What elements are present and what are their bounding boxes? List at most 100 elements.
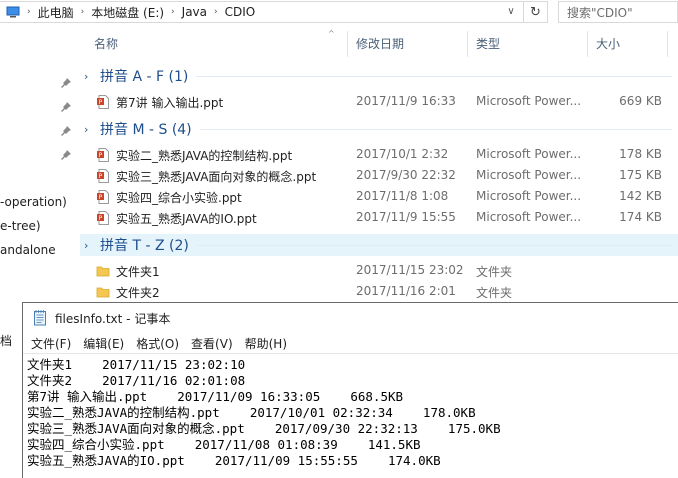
navigation-pane: -operation) e-tree) andalone: [0, 26, 78, 300]
notepad-icon: [34, 310, 46, 326]
group-header-t-z[interactable]: › 拼音 T - Z (2): [80, 234, 678, 256]
svg-text:P: P: [99, 152, 103, 159]
file-name: 第7讲 输入输出.ppt: [116, 96, 224, 110]
file-type: Microsoft Power...: [476, 168, 582, 182]
svg-text:P: P: [99, 173, 103, 180]
nav-item[interactable]: -operation): [0, 195, 67, 209]
background-window-label: 档: [0, 334, 13, 348]
file-name: 文件夹1: [116, 265, 160, 279]
file-type: Microsoft Power...: [476, 210, 582, 224]
menu-edit[interactable]: 编辑(E): [83, 335, 124, 352]
pin-icon[interactable]: [60, 101, 72, 113]
breadcrumb-separator-icon: ›: [171, 7, 175, 17]
refresh-icon: ↻: [530, 4, 541, 20]
text-line: 第7讲 输入输出.ppt 2017/11/09 16:33:05 668.5KB: [27, 389, 404, 404]
file-date: 2017/11/9 15:55: [356, 210, 456, 224]
file-size: 669 KB: [619, 94, 662, 108]
notepad-title: filesInfo.txt - 记事本: [55, 311, 171, 326]
column-type[interactable]: 类型: [468, 31, 588, 57]
folder-icon: [96, 266, 110, 277]
text-line: 实验四_综合小实验.ppt 2017/11/08 01:08:39 141.5K…: [27, 437, 421, 452]
column-date[interactable]: 修改日期: [348, 31, 468, 57]
text-line: 实验二_熟悉JAVA的控制结构.ppt 2017/10/01 02:32:34 …: [27, 405, 476, 420]
menu-help[interactable]: 帮助(H): [245, 335, 287, 352]
notepad-menu-bar: 文件(F) 编辑(E) 格式(O) 查看(V) 帮助(H): [23, 333, 678, 353]
group-title: 拼音 T - Z (2): [100, 238, 189, 254]
folder-icon: [96, 287, 110, 298]
column-size[interactable]: 大小: [588, 31, 668, 57]
file-name: 实验四_综合小实验.ppt: [116, 191, 242, 205]
file-date: 2017/11/15 23:02: [356, 263, 464, 277]
svg-text:P: P: [99, 194, 103, 201]
breadcrumb-this-pc[interactable]: 此电脑: [34, 4, 78, 21]
group-divider: [196, 244, 672, 246]
refresh-button[interactable]: ↻: [524, 1, 548, 23]
file-type: 文件夹: [476, 286, 513, 300]
ppt-file-icon: P: [97, 95, 109, 109]
file-size: 175 KB: [619, 168, 662, 182]
file-name: 文件夹2: [116, 286, 160, 300]
file-name: 实验三_熟悉JAVA面向对象的概念.ppt: [116, 170, 317, 184]
ppt-file-icon: P: [97, 211, 109, 225]
notepad-text-area[interactable]: 文件夹1 2017/11/15 23:02:10 文件夹2 2017/11/16…: [23, 353, 678, 478]
text-line: 文件夹1 2017/11/15 23:02:10: [27, 357, 246, 372]
search-placeholder: 搜索"CDIO": [567, 5, 633, 20]
ppt-file-icon: P: [97, 169, 109, 183]
chevron-right-icon: ›: [84, 122, 89, 136]
column-header-row: ^ 名称 修改日期 类型 大小: [80, 29, 678, 57]
file-type: Microsoft Power...: [476, 94, 582, 108]
file-size: 174 KB: [619, 210, 662, 224]
chevron-right-icon: ›: [84, 69, 89, 83]
file-row[interactable]: P 第7讲 输入输出.ppt 2017/11/9 16:33 Microsoft…: [80, 91, 678, 112]
folder-row[interactable]: 文件夹2 2017/11/16 2:01 文件夹: [80, 281, 678, 302]
group-title: 拼音 M - S (4): [100, 122, 192, 138]
group-header-m-s[interactable]: › 拼音 M - S (4): [80, 118, 678, 140]
address-bar[interactable]: › 此电脑 › 本地磁盘 (E:) › Java › CDIO: [0, 1, 524, 23]
folder-row[interactable]: 文件夹1 2017/11/15 23:02 文件夹: [80, 260, 678, 281]
file-size: 142 KB: [619, 189, 662, 203]
file-name: 实验二_熟悉JAVA的控制结构.ppt: [116, 149, 293, 163]
search-input[interactable]: 搜索"CDIO": [558, 1, 678, 23]
group-title: 拼音 A - F (1): [100, 69, 189, 85]
file-type: 文件夹: [476, 265, 513, 279]
nav-item[interactable]: e-tree): [0, 219, 41, 233]
svg-text:P: P: [99, 215, 103, 222]
address-row: › 此电脑 › 本地磁盘 (E:) › Java › CDIO ∨ ↻ 搜索"C…: [0, 0, 678, 25]
file-date: 2017/9/30 22:32: [356, 168, 456, 182]
chevron-down-icon: ∨: [507, 5, 515, 17]
file-date: 2017/11/9 16:33: [356, 94, 456, 108]
background-window-strip: 档: [0, 300, 22, 478]
group-divider: [199, 128, 672, 130]
file-date: 2017/11/16 2:01: [356, 284, 456, 298]
text-line: 实验三_熟悉JAVA面向对象的概念.ppt 2017/09/30 22:32:1…: [27, 421, 501, 436]
file-date: 2017/11/8 1:08: [356, 189, 449, 203]
file-row[interactable]: P 实验三_熟悉JAVA面向对象的概念.ppt 2017/9/30 22:32 …: [80, 165, 678, 186]
pin-icon[interactable]: [60, 77, 72, 89]
ppt-file-icon: P: [97, 190, 109, 204]
text-line: 文件夹2 2017/11/16 02:01:08: [27, 373, 246, 388]
breadcrumb-java[interactable]: Java: [178, 5, 211, 19]
file-row[interactable]: P 实验二_熟悉JAVA的控制结构.ppt 2017/10/1 2:32 Mic…: [80, 144, 678, 165]
file-size: 178 KB: [619, 147, 662, 161]
breadcrumb-drive-e[interactable]: 本地磁盘 (E:): [87, 4, 168, 21]
breadcrumb-cdio[interactable]: CDIO: [221, 5, 260, 19]
file-row[interactable]: P 实验五_熟悉JAVA的IO.ppt 2017/11/9 15:55 Micr…: [80, 207, 678, 228]
file-explorer-window: › 此电脑 › 本地磁盘 (E:) › Java › CDIO ∨ ↻ 搜索"C…: [0, 0, 678, 300]
menu-file[interactable]: 文件(F): [31, 335, 71, 352]
menu-format[interactable]: 格式(O): [136, 335, 179, 352]
nav-item[interactable]: andalone: [0, 243, 56, 257]
address-history-dropdown[interactable]: ∨: [500, 1, 522, 21]
breadcrumb-separator-icon: ›: [80, 7, 85, 17]
file-row[interactable]: P 实验四_综合小实验.ppt 2017/11/8 1:08 Microsoft…: [80, 186, 678, 207]
pin-icon[interactable]: [60, 125, 72, 137]
pin-icon[interactable]: [60, 149, 72, 161]
notepad-title-bar[interactable]: filesInfo.txt - 记事本: [23, 303, 678, 333]
text-line: 实验五_熟悉JAVA的IO.ppt 2017/11/09 15:55:55 17…: [27, 453, 441, 468]
group-header-a-f[interactable]: › 拼音 A - F (1): [80, 65, 678, 87]
menu-view[interactable]: 查看(V): [191, 335, 233, 352]
group-divider: [196, 75, 672, 77]
file-name: 实验五_熟悉JAVA的IO.ppt: [116, 212, 257, 226]
column-name[interactable]: 名称: [86, 31, 348, 57]
file-date: 2017/10/1 2:32: [356, 147, 449, 161]
breadcrumb-separator-icon: ›: [214, 7, 218, 17]
